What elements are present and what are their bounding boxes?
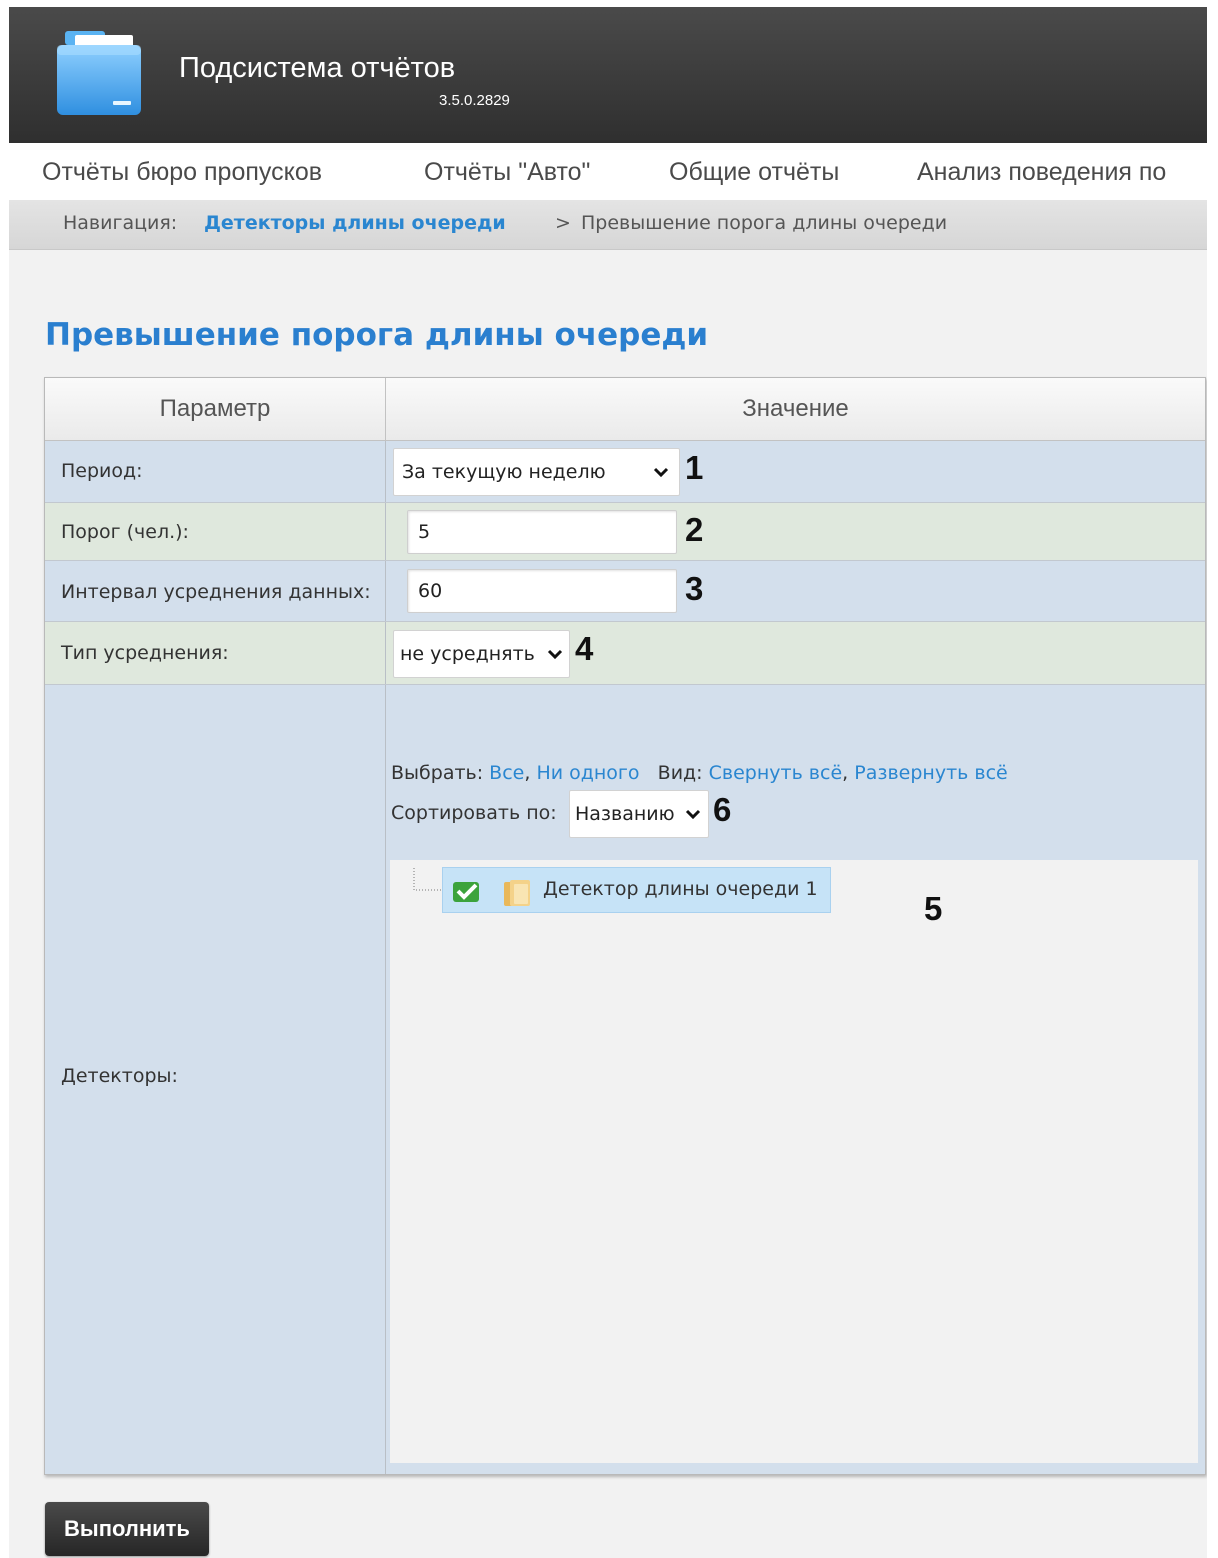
interval-label: Интервал усреднения данных: — [61, 581, 371, 603]
interval-input[interactable]: 60 — [407, 569, 677, 613]
app-window: Подсистема отчётов 3.5.0.2829 Отчёты бюр… — [9, 7, 1207, 1558]
table-row-period: Период: За текущую неделю 1 — [45, 441, 1205, 503]
expand-all-link[interactable]: Развернуть всё — [854, 762, 1007, 784]
table-row-averaging-type: Тип усреднения: не усреднять 4 — [45, 622, 1205, 685]
callout-marker-5: 5 — [924, 890, 943, 927]
select-all-link[interactable]: Все — [489, 762, 524, 784]
chevron-down-icon — [685, 809, 701, 820]
folder-icon — [53, 27, 145, 117]
callout-marker-4: 4 — [575, 630, 594, 667]
threshold-label: Порог (чел.): — [61, 521, 189, 543]
averaging-type-label: Тип усреднения: — [61, 642, 229, 664]
period-label: Период: — [61, 460, 143, 482]
main-menu: Отчёты бюро пропусков Отчёты "Авто" Общи… — [9, 143, 1207, 200]
breadcrumb-separator: > — [555, 212, 571, 234]
averaging-type-select[interactable]: не усреднять — [393, 630, 570, 678]
app-version: 3.5.0.2829 — [439, 92, 510, 109]
app-title: Подсистема отчётов — [179, 52, 456, 84]
select-label: Выбрать: — [391, 762, 484, 784]
column-header-value: Значение — [742, 395, 849, 422]
chevron-down-icon — [547, 649, 563, 660]
app-header: Подсистема отчётов 3.5.0.2829 — [9, 7, 1207, 143]
select-none-link[interactable]: Ни одного — [536, 762, 639, 784]
parameters-table: Параметр Значение Период: За текущую нед… — [44, 377, 1206, 1475]
callout-marker-1: 1 — [685, 449, 704, 486]
threshold-input[interactable]: 5 — [407, 510, 677, 554]
tree-item-detector[interactable]: Детектор длины очереди 1 — [442, 867, 831, 913]
table-row-interval: Интервал усреднения данных: 60 3 — [45, 561, 1205, 622]
table-header-row: Параметр Значение — [45, 378, 1205, 441]
run-button[interactable]: Выполнить — [45, 1502, 209, 1556]
callout-marker-2: 2 — [685, 511, 704, 548]
view-label: Вид: — [657, 762, 703, 784]
checkbox-checked-icon[interactable] — [451, 877, 483, 905]
chevron-down-icon — [653, 467, 669, 478]
tree-connector — [413, 868, 442, 891]
folder-icon — [504, 880, 530, 906]
tree-item-label: Детектор длины очереди 1 — [543, 878, 818, 900]
detectors-label: Детекторы: — [61, 1065, 178, 1087]
detector-tree: Детектор длины очереди 1 5 — [390, 860, 1198, 1463]
sort-label: Сортировать по: — [391, 802, 557, 824]
page-title: Превышение порога длины очереди — [45, 317, 709, 353]
selection-toolbar: Выбрать: Все, Ни одного Вид: Свернуть вс… — [391, 762, 1008, 784]
sort-select[interactable]: Названию — [569, 790, 709, 838]
menu-item-general-reports[interactable]: Общие отчёты — [669, 158, 839, 187]
column-header-parameter: Параметр — [45, 378, 386, 440]
breadcrumb-link-queue-detectors[interactable]: Детекторы длины очереди — [204, 212, 506, 234]
collapse-all-link[interactable]: Свернуть всё — [709, 762, 843, 784]
breadcrumb: Навигация: Детекторы длины очереди > Пре… — [9, 200, 1207, 250]
table-row-threshold: Порог (чел.): 5 2 — [45, 503, 1205, 561]
callout-marker-6: 6 — [713, 791, 732, 828]
menu-item-behavior-analysis[interactable]: Анализ поведения по — [917, 158, 1166, 187]
menu-item-auto-reports[interactable]: Отчёты "Авто" — [424, 158, 590, 187]
menu-item-pass-office-reports[interactable]: Отчёты бюро пропусков — [42, 158, 322, 187]
period-select[interactable]: За текущую неделю — [393, 448, 680, 496]
callout-marker-3: 3 — [685, 570, 704, 607]
breadcrumb-current: Превышение порога длины очереди — [581, 212, 948, 234]
breadcrumb-prefix: Навигация: — [63, 212, 178, 234]
